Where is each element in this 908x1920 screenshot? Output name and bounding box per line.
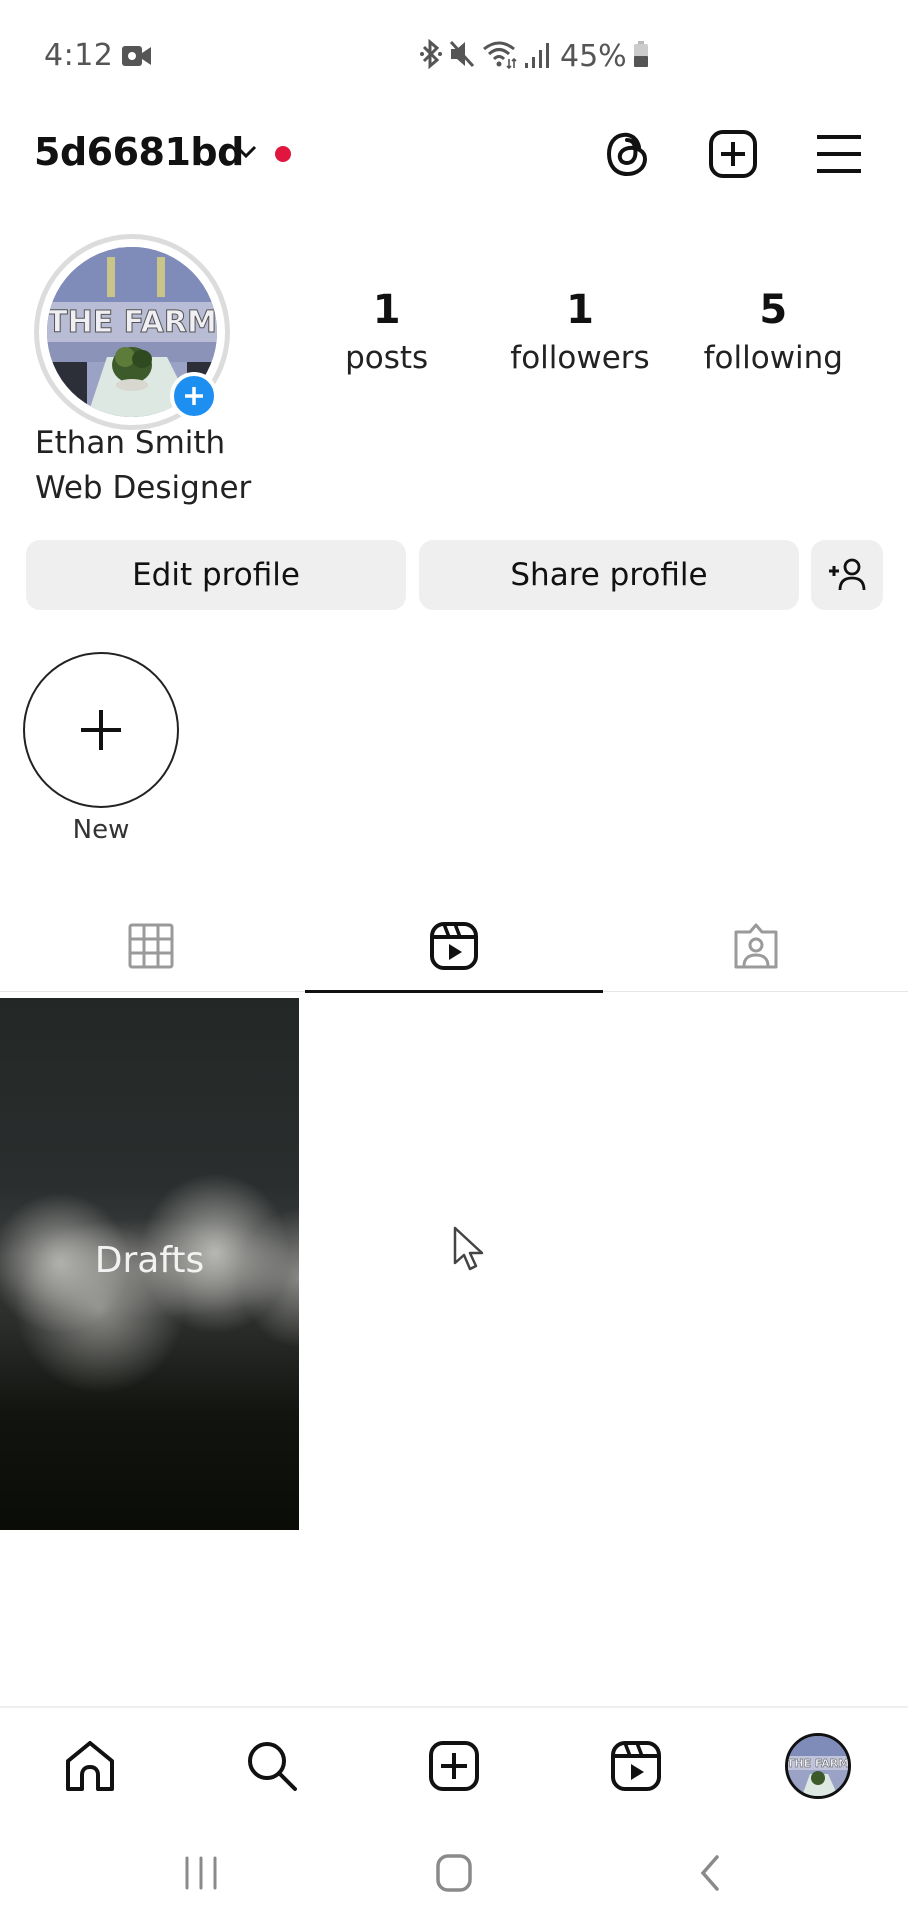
tab-posts[interactable] bbox=[0, 900, 303, 992]
stat-followers[interactable]: 1 followers bbox=[483, 284, 676, 380]
full-name: Ethan Smith bbox=[35, 425, 226, 461]
drafts-label: Drafts bbox=[94, 1240, 205, 1281]
nav-search[interactable] bbox=[236, 1730, 308, 1802]
add-person-icon bbox=[829, 558, 866, 591]
signal-icon bbox=[524, 39, 550, 73]
recents-button[interactable] bbox=[171, 1850, 231, 1896]
bottom-nav: THE FARM bbox=[0, 1706, 908, 1818]
tagged-icon bbox=[734, 923, 778, 969]
nav-reels[interactable] bbox=[600, 1730, 672, 1802]
discover-people-button[interactable] bbox=[811, 540, 883, 610]
plus-icon bbox=[81, 710, 121, 750]
search-icon bbox=[248, 1742, 297, 1791]
home-button[interactable] bbox=[424, 1850, 484, 1896]
stat-label: posts bbox=[345, 340, 429, 376]
reels-icon bbox=[429, 922, 478, 970]
share-profile-button[interactable]: Share profile bbox=[419, 540, 799, 610]
battery-percent: 45% bbox=[560, 38, 627, 74]
plus-icon bbox=[185, 387, 203, 405]
status-time: 4:12 bbox=[44, 38, 114, 73]
create-icon[interactable] bbox=[707, 128, 759, 180]
grid-icon bbox=[128, 923, 174, 969]
new-highlight-label: New bbox=[72, 815, 130, 845]
add-story-button[interactable] bbox=[170, 372, 218, 420]
home-icon bbox=[66, 1741, 114, 1791]
stat-value: 1 bbox=[566, 287, 594, 333]
bluetooth-icon bbox=[420, 38, 442, 73]
system-nav-bar bbox=[0, 1822, 908, 1920]
create-icon bbox=[429, 1741, 479, 1791]
nav-home[interactable] bbox=[54, 1730, 126, 1802]
bio: Web Designer bbox=[35, 470, 252, 506]
account-switcher[interactable]: 5d6681bd bbox=[34, 130, 244, 174]
edit-profile-button[interactable]: Edit profile bbox=[26, 540, 406, 610]
tab-reels[interactable] bbox=[303, 900, 606, 993]
stat-value: 5 bbox=[759, 287, 788, 333]
tab-tagged[interactable] bbox=[605, 900, 908, 992]
threads-icon[interactable] bbox=[602, 128, 654, 180]
new-highlight-button[interactable] bbox=[23, 652, 179, 808]
video-record-icon bbox=[122, 44, 152, 72]
stat-value: 1 bbox=[372, 287, 401, 333]
stat-following[interactable]: 5 following bbox=[677, 284, 870, 380]
notification-dot bbox=[274, 145, 292, 167]
back-icon bbox=[700, 1855, 719, 1891]
wifi-icon bbox=[482, 39, 518, 73]
recents-icon bbox=[185, 1856, 217, 1890]
profile-header: 5d6681bd bbox=[0, 120, 908, 190]
mouse-cursor-icon bbox=[452, 1225, 488, 1277]
profile-tabs bbox=[0, 900, 908, 993]
battery-icon bbox=[633, 39, 649, 73]
nav-profile[interactable]: THE FARM bbox=[782, 1730, 854, 1802]
profile-stats: 1 posts 1 followers 5 following bbox=[290, 284, 870, 380]
profile-avatar-thumb: THE FARM bbox=[785, 1733, 851, 1799]
svg-text:THE FARM: THE FARM bbox=[788, 1757, 848, 1770]
menu-icon[interactable] bbox=[813, 128, 865, 180]
chevron-down-icon[interactable] bbox=[233, 142, 259, 166]
status-bar: 4:12 45% bbox=[0, 0, 908, 110]
stat-posts[interactable]: 1 posts bbox=[290, 284, 483, 380]
nav-create[interactable] bbox=[418, 1730, 490, 1802]
stat-label: following bbox=[703, 340, 843, 376]
status-icons: 45% bbox=[420, 38, 649, 74]
drafts-tile[interactable]: Drafts bbox=[0, 998, 299, 1530]
avatar-text: THE FARM bbox=[47, 305, 217, 340]
reels-icon bbox=[611, 1741, 661, 1791]
home-icon bbox=[436, 1854, 472, 1892]
back-button[interactable] bbox=[680, 1850, 740, 1896]
mute-icon bbox=[448, 39, 476, 73]
stat-label: followers bbox=[510, 340, 650, 376]
